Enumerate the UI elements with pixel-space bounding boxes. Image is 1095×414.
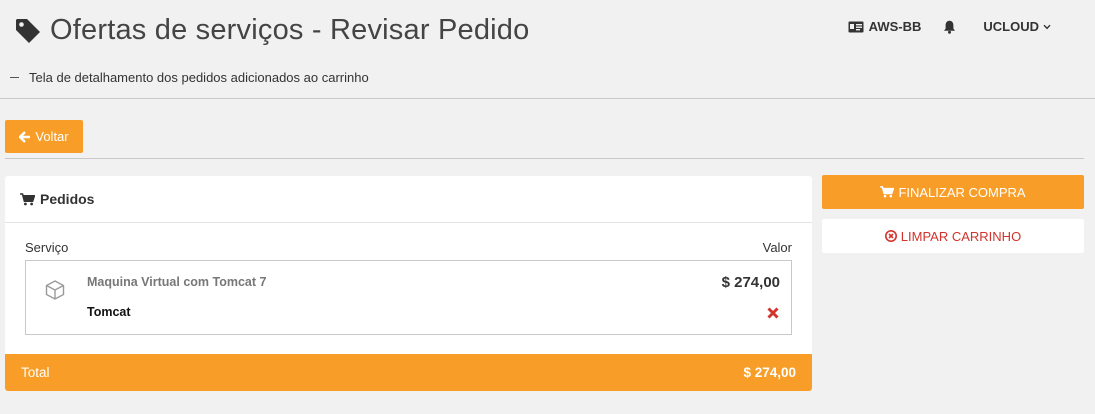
- account-selector[interactable]: AWS-BB: [848, 19, 922, 34]
- value-column-header: Valor: [762, 240, 792, 255]
- subtitle-text: Tela de detalhamento dos pedidos adicion…: [29, 70, 369, 85]
- page-header: Ofertas de serviços - Revisar Pedido Tel…: [0, 0, 1095, 99]
- bell-icon: [944, 20, 956, 34]
- notifications-button[interactable]: [943, 20, 961, 34]
- order-item: Maquina Virtual com Tomcat 7 Tomcat $ 27…: [25, 260, 792, 335]
- finalize-purchase-button[interactable]: FINALIZAR COMPRA: [822, 175, 1084, 209]
- total-value: $ 274,00: [743, 365, 796, 380]
- back-label: Voltar: [35, 129, 69, 144]
- page-subtitle: Tela de detalhamento dos pedidos adicion…: [10, 70, 369, 85]
- divider: [5, 158, 1084, 159]
- orders-card-header: Pedidos: [5, 176, 812, 223]
- clear-label: LIMPAR CARRINHO: [900, 228, 1022, 244]
- orders-card: Pedidos Serviço Valor Maquina Virtual co…: [5, 176, 812, 391]
- times-circle-icon: [884, 230, 897, 242]
- column-headers: Serviço Valor: [25, 240, 792, 255]
- service-column-header: Serviço: [25, 240, 69, 255]
- cart-icon: [20, 192, 35, 205]
- top-nav: AWS-BB UCLOUD: [848, 19, 1051, 34]
- total-bar: Total $ 274,00: [5, 354, 812, 391]
- chevron-down-icon: [1043, 24, 1051, 29]
- back-button[interactable]: Voltar: [5, 120, 83, 153]
- user-menu[interactable]: UCLOUD: [983, 19, 1051, 34]
- user-label: UCLOUD: [983, 19, 1039, 34]
- clear-cart-button[interactable]: LIMPAR CARRINHO: [822, 219, 1084, 253]
- remove-icon[interactable]: [767, 307, 779, 319]
- dash-icon: [10, 77, 19, 78]
- id-card-icon: [848, 21, 864, 32]
- tag-icon: [16, 18, 40, 43]
- item-subtitle: Tomcat: [87, 305, 131, 319]
- cube-icon: [45, 280, 65, 300]
- item-name: Maquina Virtual com Tomcat 7: [87, 275, 267, 289]
- arrow-left-icon: [19, 130, 31, 143]
- title-group: Ofertas de serviços - Revisar Pedido: [14, 14, 529, 47]
- orders-title: Pedidos: [40, 191, 95, 207]
- item-price: $ 274,00: [721, 274, 780, 291]
- account-label: AWS-BB: [868, 19, 922, 34]
- page-title: Ofertas de serviços - Revisar Pedido: [50, 14, 530, 46]
- total-label: Total: [21, 365, 50, 380]
- cart-icon: [880, 186, 895, 198]
- finalize-label: FINALIZAR COMPRA: [898, 184, 1026, 200]
